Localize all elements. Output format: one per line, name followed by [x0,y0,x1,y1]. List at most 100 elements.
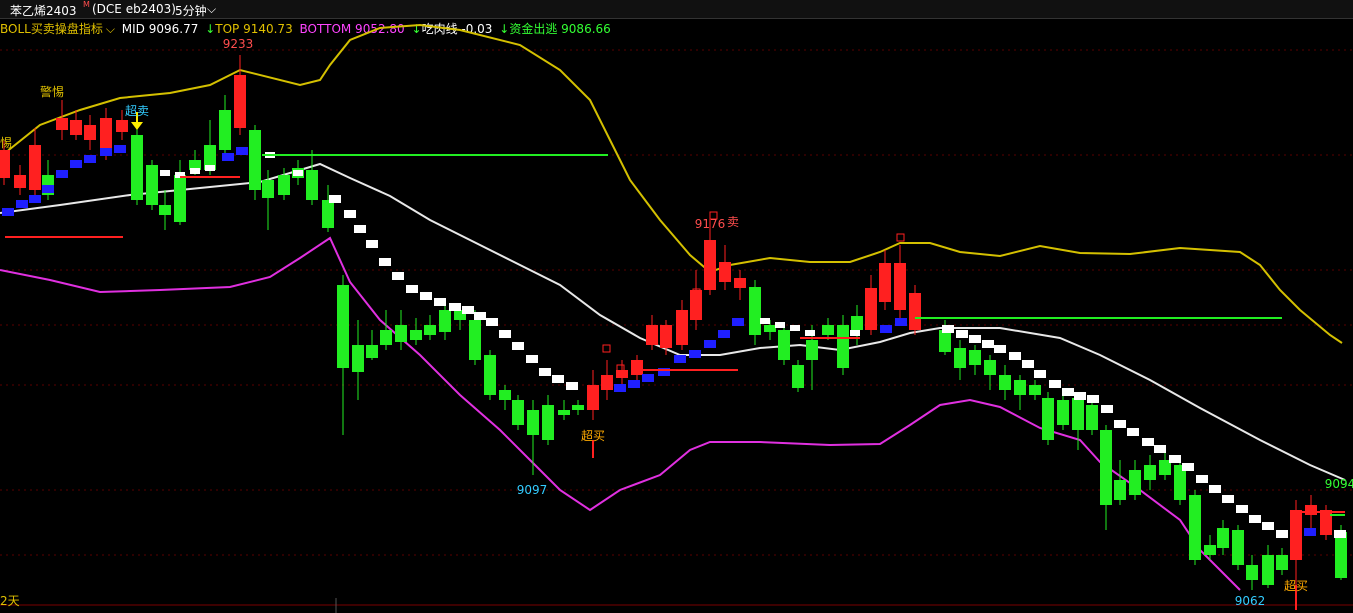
trend-block-white [566,382,578,390]
candle-body [572,405,584,410]
signal-square [602,344,611,353]
candlestick-chart[interactable]: 9233 9176 9097 9094 9062 警惕超卖超买 卖超买 惕 [0,0,1353,613]
candle-body [1114,480,1126,500]
candle-body [969,350,981,365]
trend-block-white [1276,530,1288,538]
trend-block-blue [614,384,626,392]
signal-label: 超买 [581,428,605,443]
candle-body [806,340,818,360]
trend-block-blue [222,153,234,161]
trend-block-white [1196,475,1208,483]
candle-body [469,320,481,360]
candle-body [512,400,524,425]
trend-block-blue [1304,528,1316,536]
trend-block-white [434,298,446,306]
trend-block-blue [674,355,686,363]
trend-block-white [474,312,486,320]
trend-block-white [379,258,391,266]
trend-block-white [1087,395,1099,403]
trend-block-white [1062,388,1074,396]
candle-body [249,130,261,190]
candle-body [70,120,82,135]
candle-body [879,263,891,302]
candle-body [1246,565,1258,580]
trend-block-white [1022,360,1034,368]
trend-block-white [1101,405,1113,413]
candle-body [1086,405,1098,430]
candle-body [424,325,436,335]
candle-body [1014,380,1026,395]
candle-body [865,288,877,330]
candle-body [719,262,731,282]
candle-body [558,410,570,415]
trend-block-white [942,325,954,333]
trend-block-white [1127,428,1139,436]
trend-block-blue [718,330,730,338]
candle-body [631,360,643,375]
candle-body [1129,470,1141,495]
trend-block-white [982,340,994,348]
trend-block-white [1154,445,1166,453]
trend-block-blue [689,350,701,358]
candle-body [734,278,746,288]
bollinger-bands [0,23,1346,591]
candle-body [14,175,26,188]
trend-block-white [790,325,800,331]
candle-body [1029,385,1041,395]
candle-body [851,316,863,330]
price-label: 9176 [695,217,726,231]
trend-block-white [526,355,538,363]
trend-block-white [329,195,341,203]
candle-body [1204,545,1216,555]
trend-block-white [1334,530,1346,538]
candle-body [262,180,274,198]
candle-body [278,175,290,195]
trend-block-white [994,345,1006,353]
trend-block-blue [642,374,654,382]
candle-body [909,293,921,330]
trend-block-white [760,318,770,324]
signal-label: 卖 [727,215,739,229]
trend-block-blue [100,148,112,156]
candle-body [527,410,539,435]
candle-body [1144,465,1156,480]
trend-block-white [293,170,303,176]
candle-body [999,375,1011,390]
trend-block-white [1142,438,1154,446]
trend-block-blue [70,160,82,168]
candle-body [0,150,10,178]
candle-body [542,405,554,440]
trend-block-white [449,303,461,311]
trend-block-white [1182,463,1194,471]
candle-body [704,240,716,290]
candle-body [1262,555,1274,585]
trend-block-white [1222,495,1234,503]
trend-block-blue [236,147,248,155]
candle-body [616,370,628,378]
candle-body [322,200,334,228]
candle-body [484,355,496,395]
trend-block-white [1236,505,1248,513]
trend-block-white [392,272,404,280]
candle-body [749,287,761,335]
candle-body [939,330,951,352]
upper-band-line [0,23,1343,344]
candle-body [159,205,171,215]
candle-body [219,110,231,150]
candle-body [366,345,378,358]
trend-block-white [539,368,551,376]
trend-block-white [805,330,815,336]
trend-block-white [1209,485,1221,493]
signal-label: 惕 [0,136,12,150]
candle-body [984,360,996,375]
trend-block-white [512,342,524,350]
candle-body [56,118,68,130]
trend-block-blue [880,325,892,333]
trend-block-blue [84,155,96,163]
trend-block-white [552,375,564,383]
candle-body [587,385,599,410]
price-label: 9094 [1325,477,1353,491]
trend-block-blue [16,200,28,208]
trend-block-white [1114,420,1126,428]
signal-label: 超买 [1284,578,1308,593]
